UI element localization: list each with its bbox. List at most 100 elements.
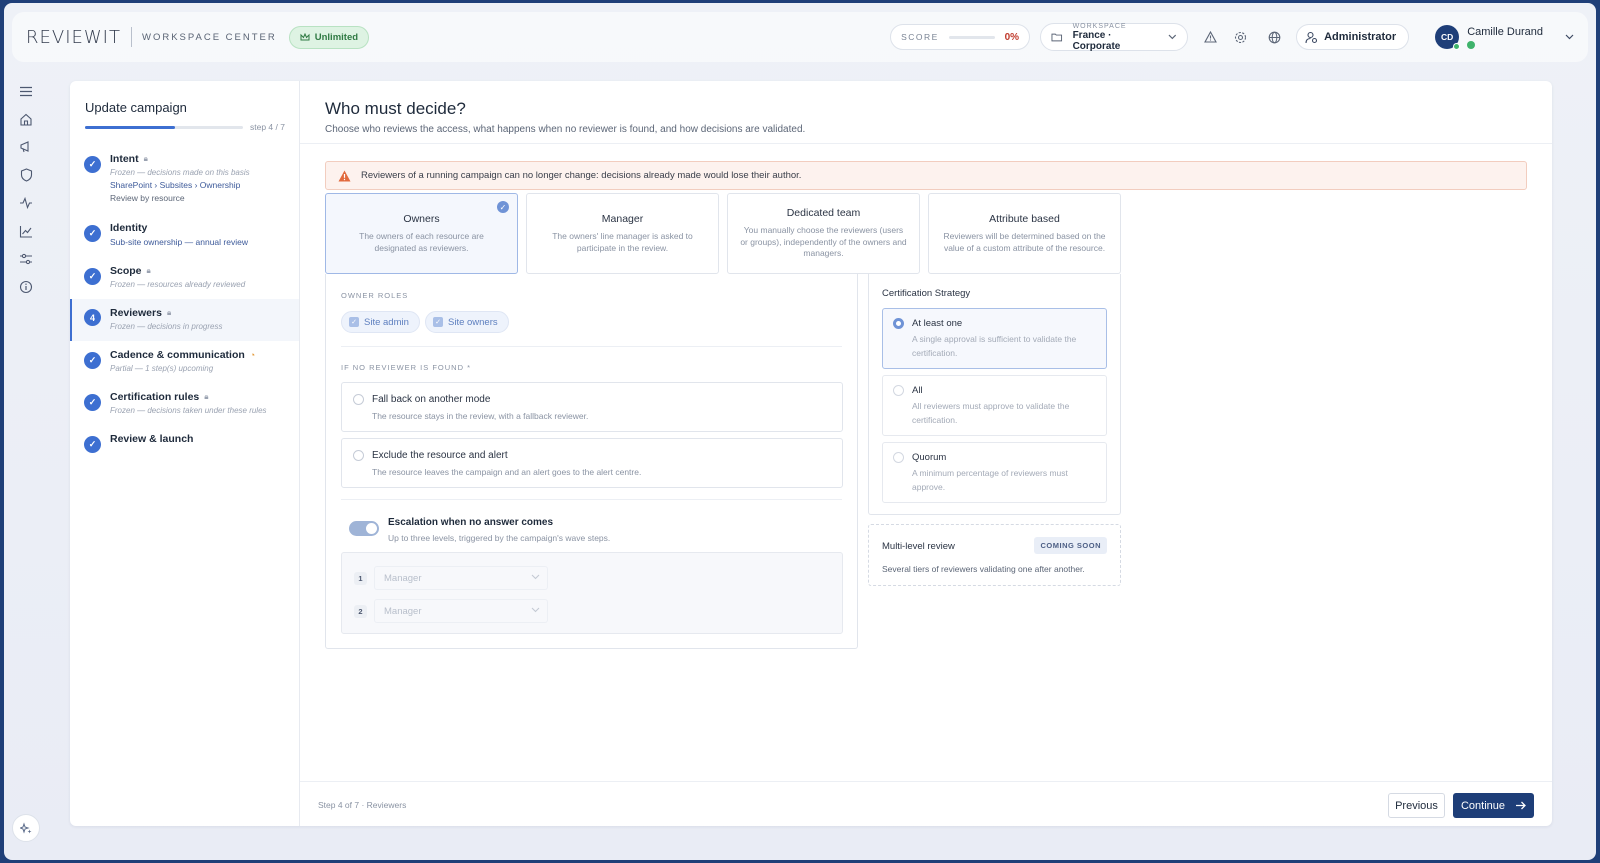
owner-roles-label: OWNER ROLES — [341, 291, 409, 300]
escalation-levels: 1 Manager 2 Manager — [341, 552, 843, 634]
mode-dedicated-team[interactable]: Dedicated team You manually choose the r… — [727, 193, 920, 274]
chip-label: Site admin — [364, 316, 409, 328]
chevron-down-icon — [531, 607, 540, 613]
step-sub: Frozen — decisions taken under these rul… — [110, 406, 267, 415]
step-cadence[interactable]: ✓ Cadence & communication ◔ Partial — 1 s… — [70, 349, 299, 379]
escalation-title: Escalation when no answer comes — [388, 517, 554, 528]
radio-button[interactable] — [893, 318, 904, 329]
activity-icon[interactable] — [18, 195, 34, 211]
gear-icon[interactable] — [1232, 29, 1248, 45]
app-window: REVIEWIT WORKSPACE CENTER Unlimited SCOR… — [4, 3, 1596, 860]
crown-icon — [300, 32, 310, 40]
option-exclude[interactable]: Exclude the resource and alert The resou… — [341, 438, 843, 488]
continue-label: Continue — [1460, 799, 1506, 812]
certification-strategy-panel: Certification Strategy At least one A si… — [868, 274, 1121, 515]
mode-title: Attribute based — [989, 212, 1060, 225]
logo[interactable]: REVIEWIT — [26, 27, 121, 48]
option-fallback[interactable]: Fall back on another mode The resource s… — [341, 382, 843, 432]
user-name: Camille Durand — [1467, 25, 1543, 38]
strategy-desc: A minimum percentage of reviewers must a… — [912, 468, 1068, 493]
section-divider — [341, 499, 842, 500]
megaphone-icon[interactable] — [18, 139, 34, 155]
mode-manager[interactable]: Manager The owners' line manager is aske… — [526, 193, 719, 274]
step-name-text: Scope — [110, 265, 142, 277]
administrator-button[interactable]: Administrator — [1296, 24, 1410, 50]
menu-icon[interactable] — [18, 83, 34, 99]
continue-button[interactable]: Continue — [1453, 793, 1534, 818]
step-intent[interactable]: ✓ Intent 🔒︎ Frozen — decisions made on th… — [70, 153, 299, 211]
score-value: 0% — [1004, 31, 1020, 43]
step-identity[interactable]: ✓ Identity Sub-site ownership — annual r… — [70, 222, 299, 252]
strategy-quorum[interactable]: Quorum A minimum percentage of reviewers… — [882, 442, 1107, 503]
alert-icon[interactable] — [1202, 29, 1218, 45]
user-menu[interactable]: CD Camille Durand — [1435, 25, 1574, 50]
step-scope[interactable]: ✓ Scope 🔒︎ Frozen — resources already rev… — [70, 265, 299, 295]
stepper-count: step 4 / 7 — [250, 122, 285, 132]
step-name: Certification rules 🔒︎ — [110, 391, 299, 403]
header-divider — [300, 143, 1552, 144]
toggle-knob — [366, 523, 377, 534]
mode-title: Dedicated team — [786, 206, 861, 219]
no-reviewer-label: IF NO REVIEWER IS FOUND * — [341, 363, 472, 372]
mode-desc: You manually choose the reviewers (users… — [740, 224, 907, 259]
step-name-text: Cadence & communication — [110, 349, 245, 361]
previous-button[interactable]: Previous — [1388, 793, 1445, 818]
checkbox-icon: ✓ — [349, 317, 359, 327]
role-chip-site-owners[interactable]: ✓ Site owners — [425, 311, 509, 333]
folder-icon — [1051, 33, 1063, 42]
step-review-launch[interactable]: ✓ Review & launch — [70, 433, 299, 455]
workspace-label: WORKSPACE — [1072, 22, 1127, 30]
chart-icon[interactable] — [18, 223, 34, 239]
escalation-toggle[interactable] — [349, 521, 379, 536]
option-title: Exclude the resource and alert — [372, 449, 508, 461]
lock-icon: 🔒︎ — [166, 308, 172, 317]
shield-icon[interactable] — [18, 167, 34, 183]
nav-rail — [16, 83, 36, 295]
option-title: Fall back on another mode — [372, 393, 491, 405]
step-name: Review & launch — [110, 433, 299, 445]
home-icon[interactable] — [18, 111, 34, 127]
score-widget[interactable]: SCORE 0% — [890, 24, 1031, 50]
step-reviewers[interactable]: 4 Reviewers 🔒︎ Frozen — decisions in prog… — [70, 299, 299, 341]
step-name: Reviewers 🔒︎ — [110, 307, 299, 319]
radio-button[interactable] — [893, 385, 904, 396]
strategy-desc: All reviewers must approve to validate t… — [912, 401, 1070, 426]
radio-button[interactable] — [893, 452, 904, 463]
sliders-icon[interactable] — [18, 251, 34, 267]
partial-icon: ◔ — [249, 350, 256, 360]
radio-button[interactable] — [353, 394, 364, 405]
role-chip-site-admin[interactable]: ✓ Site admin — [341, 311, 420, 333]
level-1-select[interactable]: Manager — [374, 566, 548, 590]
step-sub: Review by resource — [110, 193, 185, 203]
level-2-select[interactable]: Manager — [374, 599, 548, 623]
step-number: 4 — [84, 309, 101, 326]
assistant-button[interactable] — [12, 814, 40, 842]
option-desc: The resource stays in the review, with a… — [372, 410, 589, 421]
mode-attribute-based[interactable]: Attribute based Reviewers will be determ… — [928, 193, 1121, 274]
chevron-down-icon — [1565, 34, 1574, 40]
strategy-title: Certification Strategy — [882, 288, 971, 299]
radio-button[interactable] — [353, 450, 364, 461]
plan-badge-label: Unlimited — [314, 31, 359, 43]
workspace-select[interactable]: WORKSPACE France · Corporate — [1040, 22, 1189, 52]
step-name-text: Identity — [110, 222, 148, 234]
mode-owners[interactable]: ✓ Owners The owners of each resource are… — [325, 193, 518, 274]
step-content: Who must decide? Choose who reviews the … — [300, 81, 1552, 826]
logo-divider — [130, 27, 132, 47]
page-header: Who must decide? Choose who reviews the … — [325, 99, 805, 135]
multi-level-desc: Several tiers of reviewers validating on… — [882, 564, 1085, 574]
step-certification-rules[interactable]: ✓ Certification rules 🔒︎ Frozen — decisio… — [70, 391, 299, 421]
multi-level-review-panel: Multi-level review COMING SOON Several t… — [868, 524, 1121, 586]
check-icon: ✓ — [497, 201, 509, 213]
step-breadcrumb: SharePoint › Subsites › Ownership — [110, 180, 241, 190]
lock-icon: 🔒︎ — [204, 392, 209, 401]
info-icon[interactable] — [18, 279, 34, 295]
level-number: 2 — [354, 605, 367, 618]
mode-title: Manager — [601, 212, 644, 225]
strategy-at-least-one[interactable]: At least one A single approval is suffic… — [882, 308, 1107, 369]
checkbox-icon: ✓ — [433, 317, 443, 327]
globe-icon[interactable] — [1266, 29, 1282, 45]
step-name-text: Reviewers — [110, 307, 162, 319]
chip-label: Site owners — [448, 316, 498, 328]
strategy-all[interactable]: All All reviewers must approve to valida… — [882, 375, 1107, 436]
